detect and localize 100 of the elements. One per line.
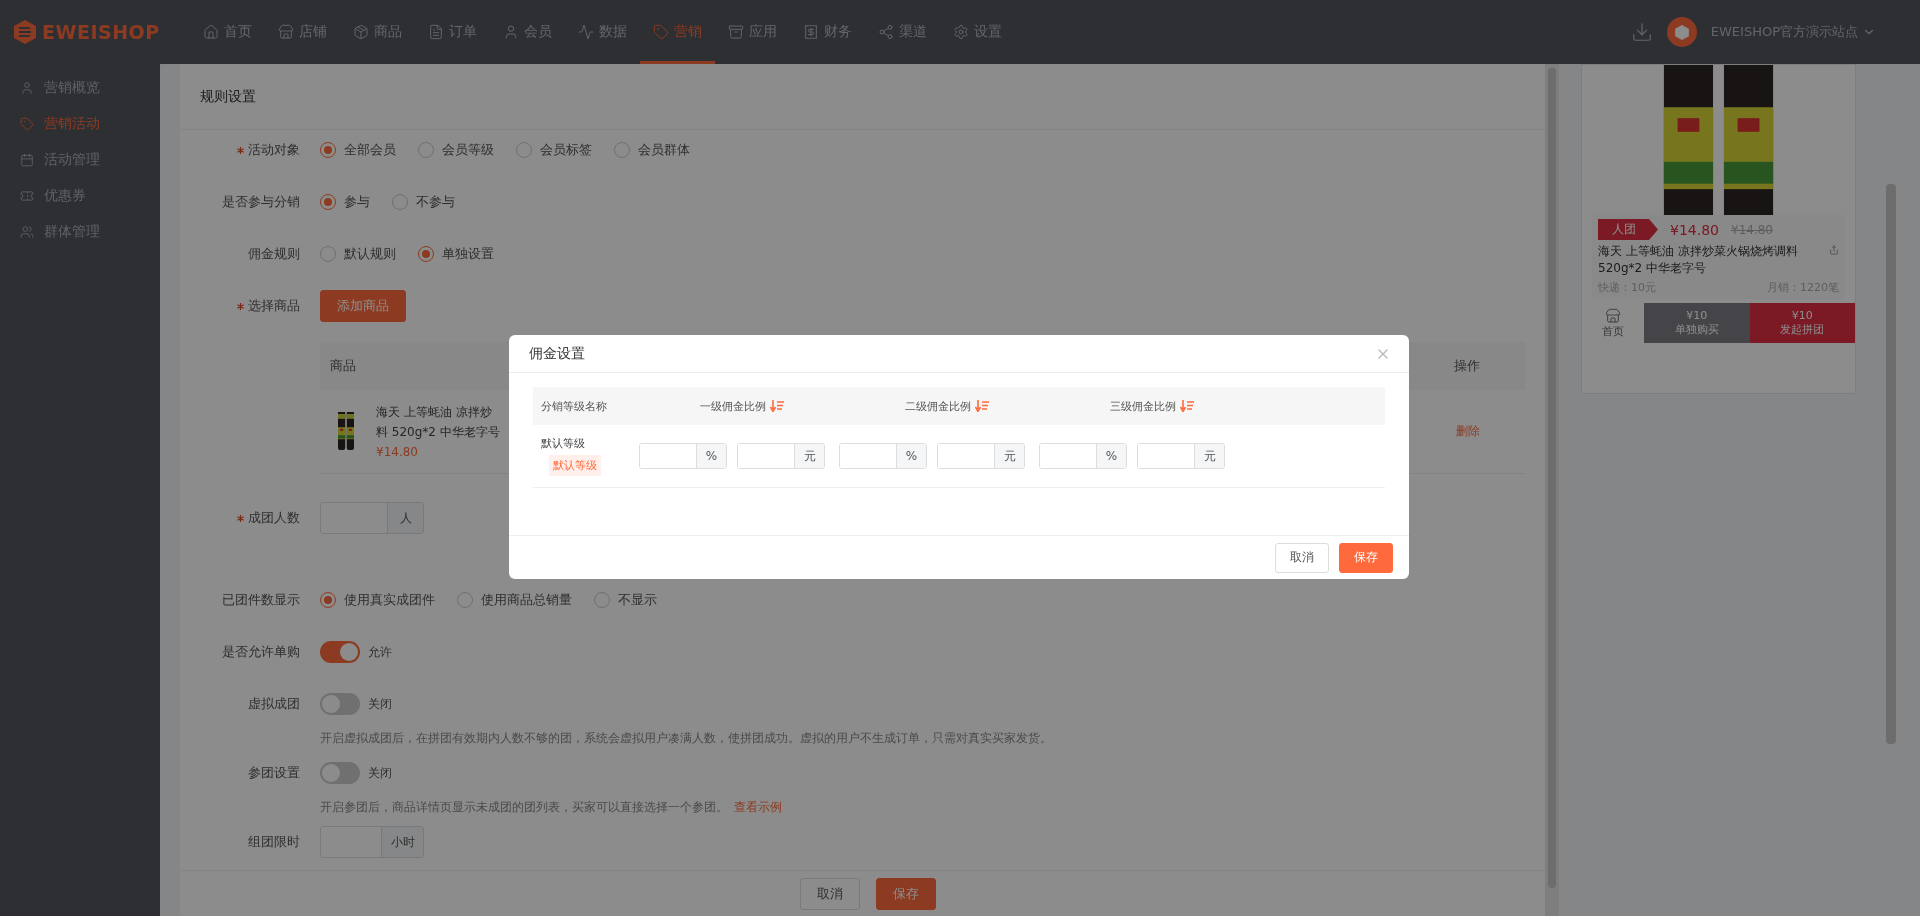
document-icon (428, 24, 444, 40)
sort-icon[interactable] (769, 400, 784, 412)
radio-option[interactable]: 使用真实成团件 (320, 591, 435, 609)
example-link[interactable]: 查看示例 (734, 800, 782, 814)
chart-icon (578, 24, 594, 40)
radio-icon[interactable] (392, 194, 408, 210)
scrollbar[interactable] (1886, 184, 1896, 744)
sort-icon[interactable] (1179, 400, 1194, 412)
radio-option[interactable]: 不显示 (594, 591, 657, 609)
product-title: 海天 上等蚝油 凉拌炒菜火锅烧烤调料 520g*2 中华老字号 (1598, 243, 1799, 277)
toggle-switch[interactable] (320, 762, 360, 784)
radio-option[interactable]: 不参与 (392, 193, 455, 211)
user-icon (20, 81, 34, 95)
box-icon (353, 24, 369, 40)
receipt-icon (803, 24, 819, 40)
store-icon (1605, 307, 1621, 324)
radio-option[interactable]: 参与 (320, 193, 370, 211)
brand-name: EWEISHOP (42, 21, 160, 43)
share-icon (878, 24, 894, 40)
column-header: 商品 (330, 357, 356, 375)
delete-link[interactable]: 删除 (1456, 423, 1480, 440)
input-suffix: 小时 (381, 827, 423, 857)
input-field[interactable]: 元 (937, 443, 1025, 469)
radio-icon[interactable] (320, 142, 336, 158)
input-field[interactable]: % (639, 443, 727, 469)
radio-option[interactable]: 单独设置 (418, 245, 494, 263)
column-header: 二级佣金比例 (904, 398, 971, 414)
required-icon (237, 302, 244, 310)
radio-option[interactable]: 使用商品总销量 (457, 591, 572, 609)
field-label: 选择商品 (248, 297, 300, 315)
download-icon[interactable] (1630, 21, 1653, 43)
field-label: 佣金规则 (248, 245, 300, 263)
share-icon[interactable] (1829, 243, 1839, 257)
column-header: 三级佣金比例 (1109, 398, 1176, 414)
save-button[interactable]: 保存 (1339, 542, 1393, 573)
radio-option[interactable]: 会员群体 (614, 141, 690, 159)
radio-icon[interactable] (320, 592, 336, 608)
cancel-button[interactable]: 取消 (1275, 542, 1329, 573)
input-suffix: 元 (1194, 444, 1224, 468)
radio-option[interactable]: 默认规则 (320, 245, 396, 263)
group-price: ¥14.80 (1670, 221, 1719, 238)
cancel-button[interactable]: 取消 (799, 877, 860, 910)
home-icon (203, 24, 219, 40)
toggle-label: 关闭 (368, 764, 392, 782)
settings-icon (953, 24, 969, 40)
input-suffix: 元 (994, 444, 1024, 468)
radio-option[interactable]: 会员等级 (418, 141, 494, 159)
product-name: 料 520g*2 中华老字号 (376, 423, 500, 441)
radio-icon[interactable] (320, 194, 336, 210)
radio-icon[interactable] (418, 142, 434, 158)
column-header: 分销等级名称 (541, 398, 607, 414)
toggle-switch[interactable] (320, 693, 360, 715)
field-label: 组团限时 (248, 833, 300, 851)
field-label: 参团设置 (248, 764, 300, 782)
field-label: 成团人数 (248, 509, 300, 527)
radio-icon[interactable] (457, 592, 473, 608)
input-field[interactable]: % (839, 443, 927, 469)
radio-icon[interactable] (516, 142, 532, 158)
input-field[interactable]: 元 (737, 443, 825, 469)
toggle-switch[interactable] (320, 641, 360, 663)
field-label: 虚拟成团 (248, 695, 300, 713)
dialog-title: 佣金设置 (529, 344, 585, 363)
input-suffix: % (696, 444, 726, 468)
radio-icon[interactable] (418, 246, 434, 262)
input-field[interactable]: 元 (1137, 443, 1225, 469)
save-button[interactable]: 保存 (875, 877, 936, 910)
radio-icon[interactable] (320, 246, 336, 262)
input-field[interactable]: 人 (320, 502, 424, 534)
field-label: 已团件数显示 (222, 591, 300, 609)
calendar-icon (20, 153, 34, 167)
users-icon (20, 225, 34, 239)
start-group-button[interactable]: ¥10 发起拼团 (1749, 303, 1855, 343)
input-suffix: 人 (387, 503, 423, 533)
help-text: 开启虚拟成团后，在拼团有效期内人数不够的团，系统会虚拟用户凑满人数，使拼团成功。虚拟的用户不生成订单，只需对真实买家发货。 (320, 730, 1052, 747)
user-icon (503, 24, 519, 40)
home-button[interactable]: 首页 (1582, 303, 1644, 343)
logo-icon (14, 20, 36, 44)
add-product-button[interactable]: 添加商品 (320, 290, 406, 322)
input-field[interactable]: % (1039, 443, 1127, 469)
avatar[interactable] (1666, 17, 1697, 47)
ticket-icon (20, 189, 34, 203)
field-label: 是否参与分销 (222, 193, 300, 211)
radio-icon[interactable] (614, 142, 630, 158)
radio-icon[interactable] (594, 592, 610, 608)
input-field[interactable]: 小时 (320, 826, 424, 858)
level-tag: 默认等级 (549, 455, 601, 476)
input-suffix: % (1096, 444, 1126, 468)
required-icon (237, 514, 244, 522)
radio-option[interactable]: 会员标签 (516, 141, 592, 159)
toggle-label: 关闭 (368, 695, 392, 713)
field-label: 活动对象 (248, 141, 300, 159)
radio-option[interactable]: 全部会员 (320, 141, 396, 159)
field-label: 是否允许单购 (222, 643, 300, 661)
tag-icon (20, 117, 34, 131)
archive-icon (728, 24, 744, 40)
sort-icon[interactable] (974, 400, 989, 412)
required-icon (237, 146, 244, 154)
tag-icon (653, 24, 669, 40)
column-header: 一级佣金比例 (699, 398, 766, 414)
toggle-label: 允许 (368, 643, 392, 661)
